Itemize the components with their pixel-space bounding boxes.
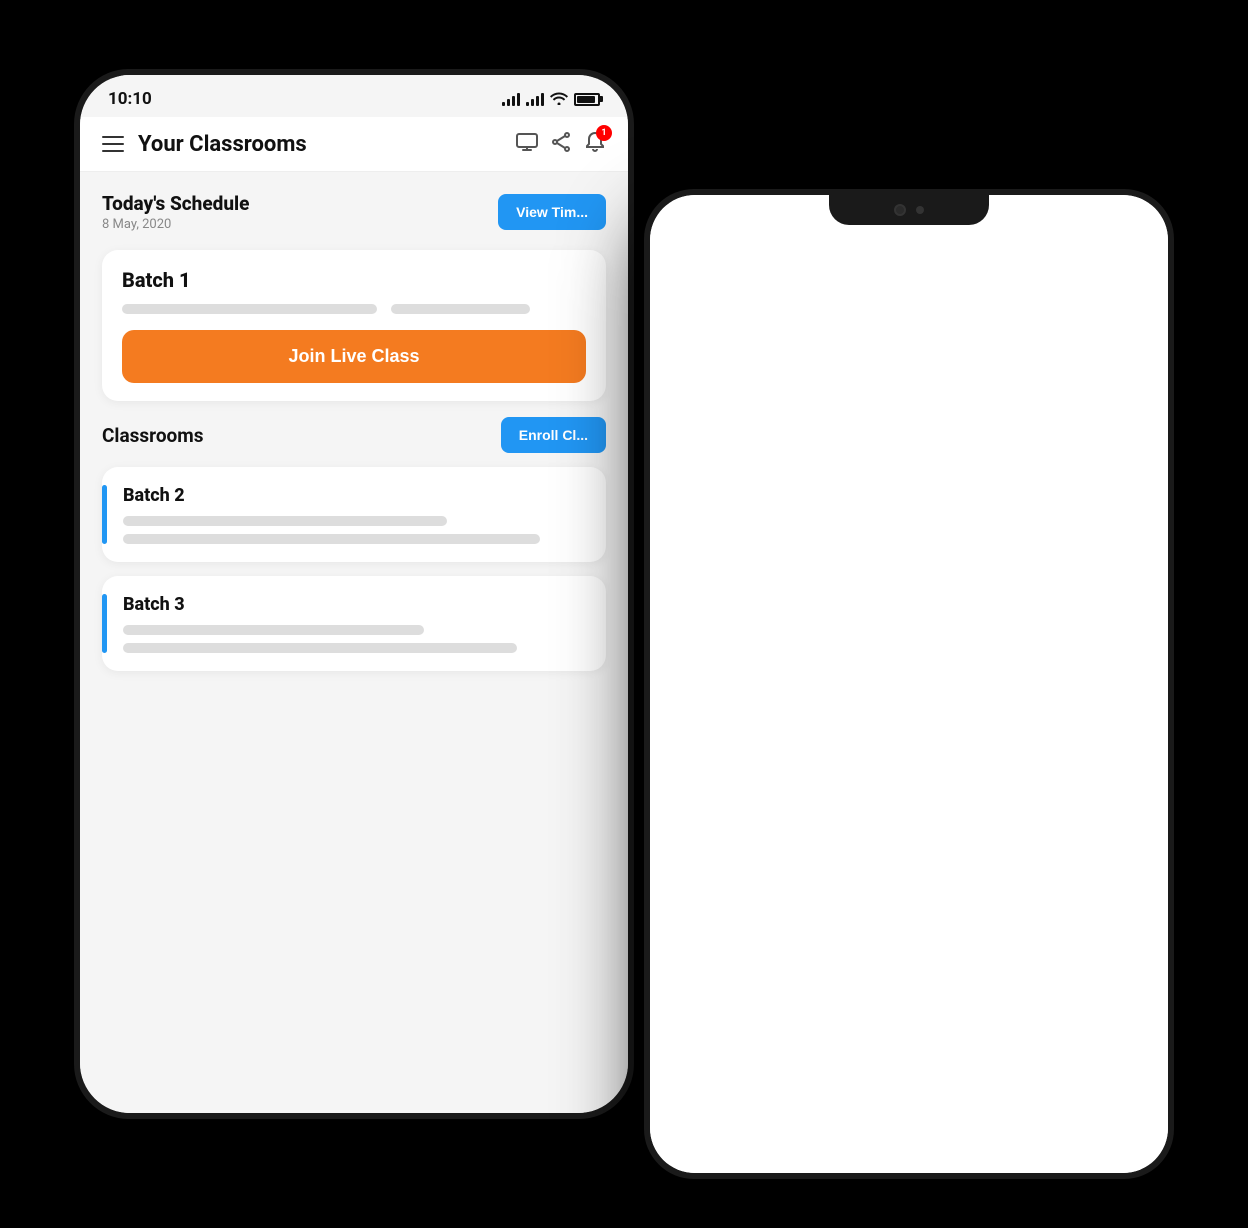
hamburger-line-2 — [102, 143, 124, 145]
scene: 10:10 — [74, 39, 1174, 1189]
classrooms-title: Classrooms — [102, 424, 204, 447]
signal-bar-8 — [541, 93, 544, 106]
wifi-icon — [550, 90, 568, 109]
notification-badge: 1 — [596, 125, 612, 141]
batch-1-card: Batch 1 Join Live Class — [102, 250, 606, 401]
batch-3-card: Batch 3 — [102, 576, 606, 671]
phone-2-content — [650, 195, 1168, 1173]
signal-bar-3 — [512, 96, 515, 106]
phone-2-screen — [650, 195, 1168, 1173]
schedule-date: 8 May, 2020 — [102, 217, 249, 232]
notification-button[interactable]: 1 — [584, 131, 606, 157]
signal-bar-6 — [531, 99, 534, 106]
app-header: Your Classrooms — [80, 117, 628, 172]
batch-1-title: Batch 1 — [122, 268, 586, 292]
batch-3-title: Batch 3 — [123, 594, 586, 615]
batch-2-line-2 — [123, 534, 540, 544]
classrooms-header: Classrooms Enroll Cl... — [102, 417, 606, 453]
signal-bars-2 — [526, 92, 544, 106]
classrooms-section: Classrooms Enroll Cl... Batch 2 — [102, 417, 606, 671]
schedule-header: Today's Schedule 8 May, 2020 View Tim... — [102, 192, 606, 232]
batch-2-card: Batch 2 — [102, 467, 606, 562]
signal-bar-1 — [502, 102, 505, 106]
hamburger-line-3 — [102, 150, 124, 152]
schedule-title: Today's Schedule — [102, 192, 249, 215]
front-camera-icon — [894, 204, 906, 216]
phone-2-notch — [829, 195, 989, 225]
view-timetable-button[interactable]: View Tim... — [498, 194, 606, 230]
batch-3-accent — [102, 594, 107, 653]
phone-1-screen: 10:10 — [80, 75, 628, 1113]
batch-2-line-1 — [123, 516, 447, 526]
hamburger-menu-icon[interactable] — [102, 136, 124, 152]
status-bar: 10:10 — [80, 75, 628, 117]
batch-2-title: Batch 2 — [123, 485, 586, 506]
status-icons — [502, 90, 600, 109]
placeholder-line-2 — [391, 304, 530, 314]
hamburger-line-1 — [102, 136, 124, 138]
signal-bars — [502, 92, 520, 106]
phone-2 — [644, 189, 1174, 1179]
signal-bar-4 — [517, 93, 520, 106]
batch-3-line-1 — [123, 625, 424, 635]
status-time: 10:10 — [108, 89, 152, 109]
batch-3-line-2 — [123, 643, 517, 653]
todays-schedule-section: Today's Schedule 8 May, 2020 View Tim... — [102, 192, 606, 232]
share-icon[interactable] — [552, 132, 570, 157]
app-content: Today's Schedule 8 May, 2020 View Tim...… — [80, 172, 628, 1113]
signal-bar-7 — [536, 96, 539, 106]
face-sensor-icon — [916, 206, 924, 214]
enroll-classroom-button[interactable]: Enroll Cl... — [501, 417, 606, 453]
batch-3-lines — [123, 625, 586, 653]
schedule-title-group: Today's Schedule 8 May, 2020 — [102, 192, 249, 232]
batch-2-accent — [102, 485, 107, 544]
signal-bar-5 — [526, 102, 529, 106]
battery-icon — [574, 93, 600, 106]
monitor-icon[interactable] — [516, 132, 538, 156]
page-title: Your Classrooms — [138, 132, 502, 157]
join-live-class-button[interactable]: Join Live Class — [122, 330, 586, 383]
batch-2-lines — [123, 516, 586, 544]
batch-3-content: Batch 3 — [123, 594, 586, 653]
placeholder-line-1 — [122, 304, 377, 314]
batch-1-placeholder-lines — [122, 304, 586, 314]
phone-1: 10:10 — [74, 69, 634, 1119]
batch-2-content: Batch 2 — [123, 485, 586, 544]
signal-bar-2 — [507, 99, 510, 106]
